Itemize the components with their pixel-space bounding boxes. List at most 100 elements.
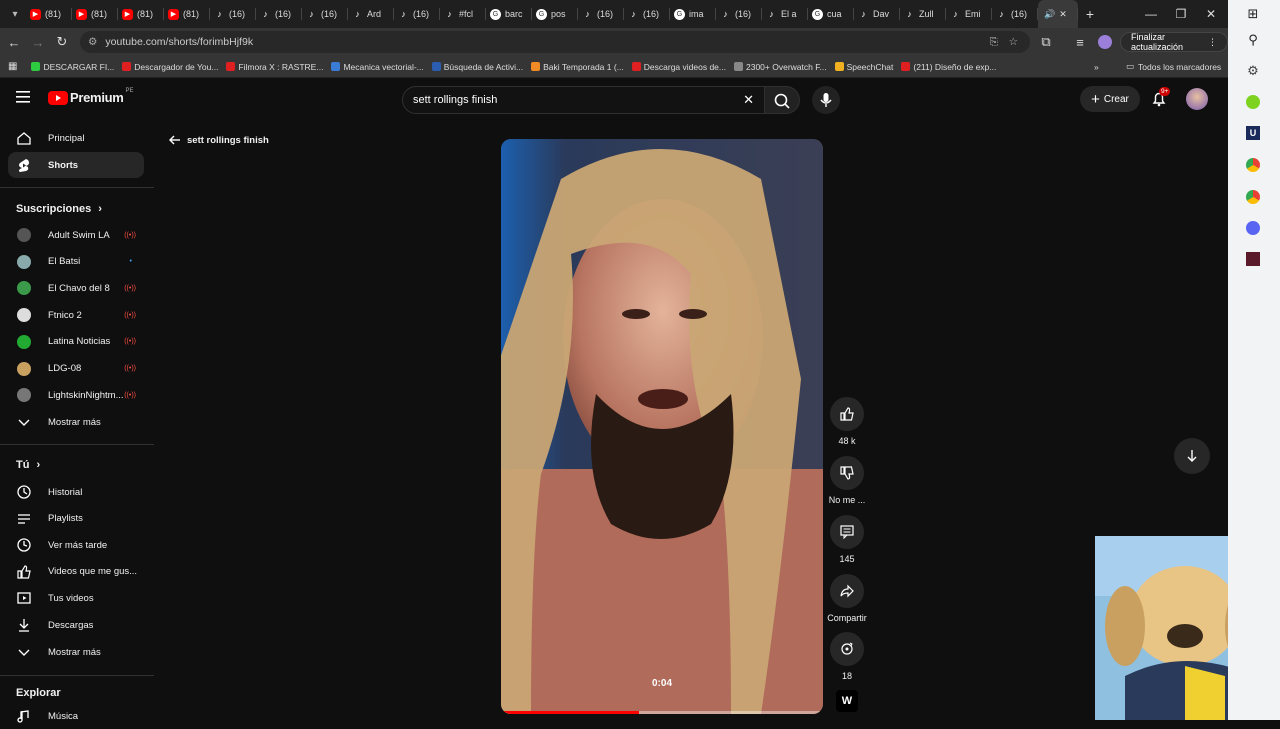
browser-tab[interactable]: ♪ Dav — [854, 0, 900, 28]
browser-tab[interactable]: ♪ Ard — [348, 0, 394, 28]
browser-tab[interactable]: ♪ (16) — [394, 0, 440, 28]
subscription-item[interactable]: El Batsi • — [8, 249, 144, 275]
browser-tab[interactable]: Gima — [670, 0, 716, 28]
bookmark-item[interactable]: (211) Diseño de exp... — [901, 62, 996, 72]
maximize-button[interactable]: ❐ — [1166, 0, 1196, 28]
subscription-item[interactable]: LightskinNightm... ((•)) — [8, 382, 144, 408]
bookmark-item[interactable]: Filmora X : RASTRE... — [226, 62, 323, 72]
voice-search-button[interactable] — [812, 86, 840, 114]
browser-tab[interactable]: ▶ (81) — [164, 0, 210, 28]
back-icon[interactable]: ← — [2, 30, 26, 54]
subscription-item[interactable]: Adult Swim LA ((•)) — [8, 222, 144, 248]
app-u-icon[interactable]: U — [1244, 124, 1262, 142]
hamburger-menu-icon[interactable] — [16, 90, 32, 104]
update-button[interactable]: Finalizar actualización ⋮ — [1120, 32, 1228, 52]
media-controls-icon[interactable]: ≡ — [1068, 30, 1092, 54]
subscription-item[interactable]: LDG-08 ((•)) — [8, 356, 144, 382]
bookmark-item[interactable]: Descargador de You... — [122, 62, 218, 72]
create-button[interactable]: + Crear — [1080, 86, 1140, 112]
short-video-player[interactable]: 0:04 — [501, 139, 823, 714]
bookmark-star-icon[interactable]: ☆ — [1009, 36, 1018, 48]
close-window-button[interactable]: ✕ — [1196, 0, 1226, 28]
browser-tab[interactable]: ♪ Zull — [900, 0, 946, 28]
notifications-button[interactable]: 9+ — [1150, 87, 1171, 108]
browser-tab[interactable]: ▶ (81) — [26, 0, 72, 28]
sidebar-item-shorts[interactable]: Shorts — [8, 152, 144, 178]
browser-tab[interactable]: ♪ (16) — [992, 0, 1038, 28]
back-to-search[interactable]: sett rollings finish — [168, 133, 269, 147]
remix-action[interactable]: 18 — [826, 632, 868, 681]
active-tab[interactable]: 🔊 ✕ — [1038, 0, 1078, 28]
browser-tab[interactable]: ▶ (81) — [72, 0, 118, 28]
you-header[interactable]: Tú › — [16, 459, 40, 471]
dislike-action[interactable]: No me ... — [826, 456, 868, 505]
comments-action[interactable]: 145 — [826, 515, 868, 564]
search-icon[interactable]: ⚲ — [1244, 31, 1262, 49]
browser-tab[interactable]: ♪ #fcl — [440, 0, 486, 28]
browser-tab[interactable]: Gcua — [808, 0, 854, 28]
app-dark-icon[interactable] — [1244, 250, 1262, 268]
browser-tab[interactable]: ♪ (16) — [256, 0, 302, 28]
clear-search-icon[interactable]: ✕ — [743, 92, 754, 108]
discord-icon[interactable] — [1244, 219, 1262, 237]
show-more-you[interactable]: Mostrar más — [8, 639, 144, 665]
subscriptions-header[interactable]: Suscripciones › — [16, 203, 102, 215]
browser-tab[interactable]: Gbarc — [486, 0, 532, 28]
browser-tab[interactable]: ▶ (81) — [118, 0, 164, 28]
all-bookmarks[interactable]: ▭ Todos los marcadores — [1126, 61, 1221, 72]
youtube-premium-logo[interactable]: Premium PE — [48, 88, 134, 105]
settings-icon[interactable]: ⚙ — [1244, 62, 1262, 80]
sidebar-item-your-videos[interactable]: Tus videos — [8, 585, 144, 611]
app-green-icon[interactable] — [1244, 93, 1262, 111]
bookmark-item[interactable]: Descarga videos de... — [631, 62, 726, 72]
close-tab-icon[interactable]: ✕ — [1059, 9, 1067, 20]
bookmarks-overflow-icon[interactable]: » — [1094, 62, 1099, 72]
like-action[interactable]: 48 k — [826, 397, 868, 446]
browser-tab[interactable]: ♪ El a — [762, 0, 808, 28]
search-button[interactable] — [764, 86, 800, 114]
share-action[interactable]: Compartir — [826, 574, 868, 623]
subscription-item[interactable]: Ftnico 2 ((•)) — [8, 302, 144, 328]
chrome-profile-icon[interactable] — [1244, 188, 1262, 206]
bookmark-item[interactable]: 2300+ Overwatch F... — [734, 62, 827, 72]
show-more-subscriptions[interactable]: Mostrar más — [8, 409, 144, 435]
reload-icon[interactable]: ↻ — [50, 30, 74, 54]
sidebar-item-history[interactable]: Historial — [8, 479, 144, 505]
channel-logo-icon[interactable]: W — [836, 690, 858, 712]
subscription-item[interactable]: Latina Noticias ((•)) — [8, 329, 144, 355]
tab-search-icon[interactable]: ▾ — [4, 4, 26, 24]
extensions-icon[interactable]: ⧉ — [1034, 30, 1058, 54]
progress-track[interactable] — [501, 711, 823, 714]
sidebar-item-download[interactable]: Descargas — [8, 612, 144, 638]
profile-avatar[interactable] — [1098, 35, 1112, 49]
windows-start-icon[interactable]: ⊞ — [1244, 5, 1262, 23]
minimize-button[interactable]: — — [1136, 0, 1166, 28]
search-input[interactable]: sett rollings finish ✕ — [402, 86, 765, 114]
sidebar-item-playlists[interactable]: Playlists — [8, 506, 144, 532]
address-bar[interactable]: ⚙ youtube.com/shorts/forimbHjf9k ⎘ ☆ — [80, 31, 1030, 53]
browser-tab[interactable]: Gpos — [532, 0, 578, 28]
bookmark-item[interactable]: Baki Temporada 1 (... — [531, 62, 624, 72]
explore-header[interactable]: Explorar — [16, 687, 61, 699]
bookmark-item[interactable]: Mecanica vectorial-... — [331, 62, 424, 72]
bookmark-item[interactable]: Búsqueda de Activi... — [431, 62, 523, 72]
forward-icon[interactable]: → — [26, 30, 50, 54]
bookmark-item[interactable]: SpeechChat — [834, 62, 893, 72]
subscription-item[interactable]: El Chavo del 8 ((•)) — [8, 275, 144, 301]
sidebar-item-principal[interactable]: Principal — [8, 125, 144, 151]
kebab-menu-icon[interactable]: ⋮ — [1208, 37, 1217, 48]
browser-tab[interactable]: ♪ (16) — [716, 0, 762, 28]
apps-icon[interactable]: ▦ — [8, 61, 17, 72]
browser-tab[interactable]: ♪ (16) — [578, 0, 624, 28]
chrome-icon[interactable] — [1244, 156, 1262, 174]
sidebar-item-clock[interactable]: Ver más tarde — [8, 532, 144, 558]
browser-tab[interactable]: ♪ Emi — [946, 0, 992, 28]
site-info-icon[interactable]: ⚙ — [88, 36, 97, 48]
bookmark-item[interactable]: DESCARGAR FI... — [31, 62, 114, 72]
account-avatar[interactable] — [1186, 88, 1208, 110]
browser-tab[interactable]: ♪ (16) — [302, 0, 348, 28]
sidebar-item-like[interactable]: Videos que me gus... — [8, 559, 144, 585]
sidebar-item-music[interactable]: Música — [8, 703, 144, 729]
install-icon[interactable]: ⎘ — [990, 36, 998, 49]
browser-tab[interactable]: ♪ (16) — [624, 0, 670, 28]
